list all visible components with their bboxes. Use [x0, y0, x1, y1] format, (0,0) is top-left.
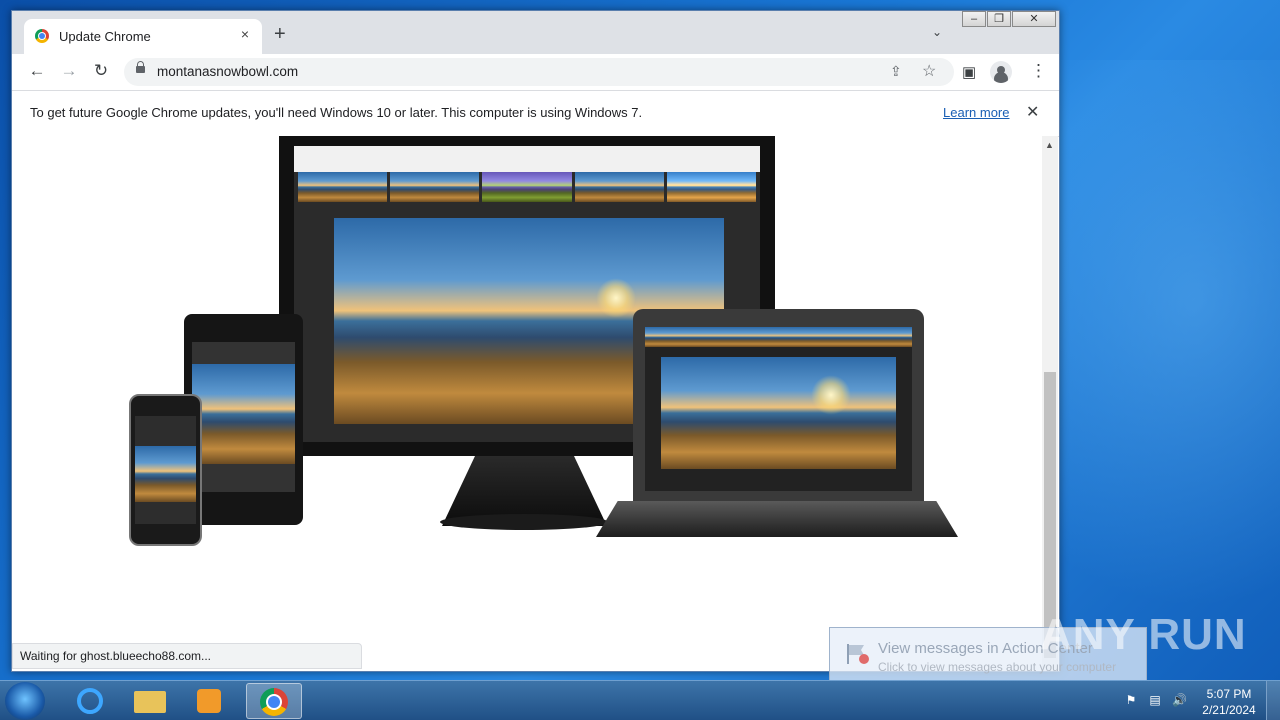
taskbar-internet-explorer[interactable] — [62, 683, 118, 719]
tab-close-icon[interactable]: × — [237, 26, 253, 42]
volume-icon[interactable]: 🔊 — [1172, 693, 1187, 707]
tablet-screen — [192, 342, 295, 492]
back-icon[interactable]: ← — [26, 62, 48, 80]
laptop-illustration — [633, 309, 924, 504]
side-panel-icon[interactable]: ▣ — [962, 63, 976, 81]
tab-search-icon[interactable]: ⌄ — [932, 25, 942, 39]
anyrun-watermark: ANY RUN — [1040, 610, 1247, 659]
action-center-tray-icon[interactable]: ⚑ — [1124, 693, 1138, 707]
profile-avatar-icon[interactable] — [990, 61, 1012, 83]
laptop-landscape — [661, 357, 896, 469]
tab-strip: Update Chrome × + ⌄ – ❐ ✕ — [12, 11, 1059, 54]
forward-icon[interactable]: → — [58, 62, 80, 80]
new-tab-button[interactable]: + — [274, 24, 286, 44]
browser-toolbar: ← → ↻ montanasnowbowl.com ⇪ ☆ ▣ ⋮ — [12, 54, 1059, 90]
lock-icon[interactable] — [136, 61, 145, 73]
taskbar: ⚑ ▤ 🔊 5:07 PM 2/21/2024 — [0, 680, 1280, 720]
notification-subtitle: Click to view messages about your comput… — [878, 660, 1117, 674]
network-icon[interactable]: ▤ — [1148, 693, 1162, 707]
page-content — [12, 136, 1042, 671]
folder-icon — [134, 691, 166, 713]
status-text: Waiting for ghost.blueecho88.com... — [20, 649, 211, 663]
restore-button[interactable]: ❐ — [987, 11, 1011, 27]
internet-explorer-icon — [77, 688, 103, 714]
learn-more-link[interactable]: Learn more — [943, 105, 1009, 120]
reload-icon[interactable]: ↻ — [90, 62, 112, 80]
scroll-up-icon[interactable]: ▲ — [1045, 140, 1054, 150]
clock-date: 2/21/2024 — [1202, 703, 1256, 717]
image-thumbnails — [298, 172, 757, 204]
thumbnail — [482, 172, 572, 202]
monitor-base — [440, 514, 608, 530]
system-clock[interactable]: 5:07 PM 2/21/2024 — [1200, 686, 1258, 718]
sun-glow — [811, 375, 851, 415]
chrome-icon — [260, 688, 288, 716]
page-scrollbar[interactable]: ▲ — [1042, 136, 1058, 671]
url-text[interactable]: montanasnowbowl.com — [157, 64, 298, 79]
laptop-thumbnails — [645, 327, 912, 347]
status-bubble: Waiting for ghost.blueecho88.com... — [12, 643, 362, 669]
menu-icon[interactable]: ⋮ — [1030, 61, 1047, 81]
thumbnail — [298, 172, 388, 202]
tablet-landscape — [192, 364, 295, 464]
clock-time: 5:07 PM — [1206, 687, 1252, 701]
chrome-favicon-icon — [35, 29, 49, 43]
sun-glow — [596, 278, 636, 318]
thumbnail — [666, 172, 757, 202]
minimize-button[interactable]: – — [962, 11, 986, 27]
phone-screen — [135, 416, 196, 524]
infobar-close-icon[interactable]: ✕ — [1026, 102, 1039, 122]
taskbar-explorer[interactable] — [122, 683, 178, 719]
show-desktop-button[interactable] — [1266, 681, 1280, 720]
media-player-icon — [197, 689, 221, 713]
taskbar-chrome[interactable] — [246, 683, 302, 719]
thumbnail — [390, 172, 480, 202]
start-button[interactable] — [5, 682, 45, 720]
share-icon[interactable]: ⇪ — [890, 63, 902, 80]
thumbnail — [574, 172, 664, 202]
laptop-screen — [645, 327, 912, 491]
mini-browser-bar — [294, 146, 760, 172]
tab-update-chrome[interactable]: Update Chrome × — [24, 19, 262, 54]
tab-title: Update Chrome — [59, 29, 151, 44]
bookmark-star-icon[interactable]: ☆ — [922, 61, 936, 81]
update-infobar: To get future Google Chrome updates, you… — [12, 90, 1059, 137]
browser-window: Update Chrome × + ⌄ – ❐ ✕ ← → ↻ montanas… — [11, 10, 1060, 672]
phone-illustration — [129, 394, 202, 546]
laptop-keyboard — [596, 501, 958, 537]
close-window-button[interactable]: ✕ — [1012, 11, 1056, 27]
address-bar[interactable]: montanasnowbowl.com ⇪ ☆ — [124, 58, 954, 86]
infobar-message: To get future Google Chrome updates, you… — [30, 105, 643, 120]
phone-landscape — [135, 446, 196, 502]
taskbar-media-player[interactable] — [182, 683, 238, 719]
action-center-flag-icon — [847, 644, 869, 664]
